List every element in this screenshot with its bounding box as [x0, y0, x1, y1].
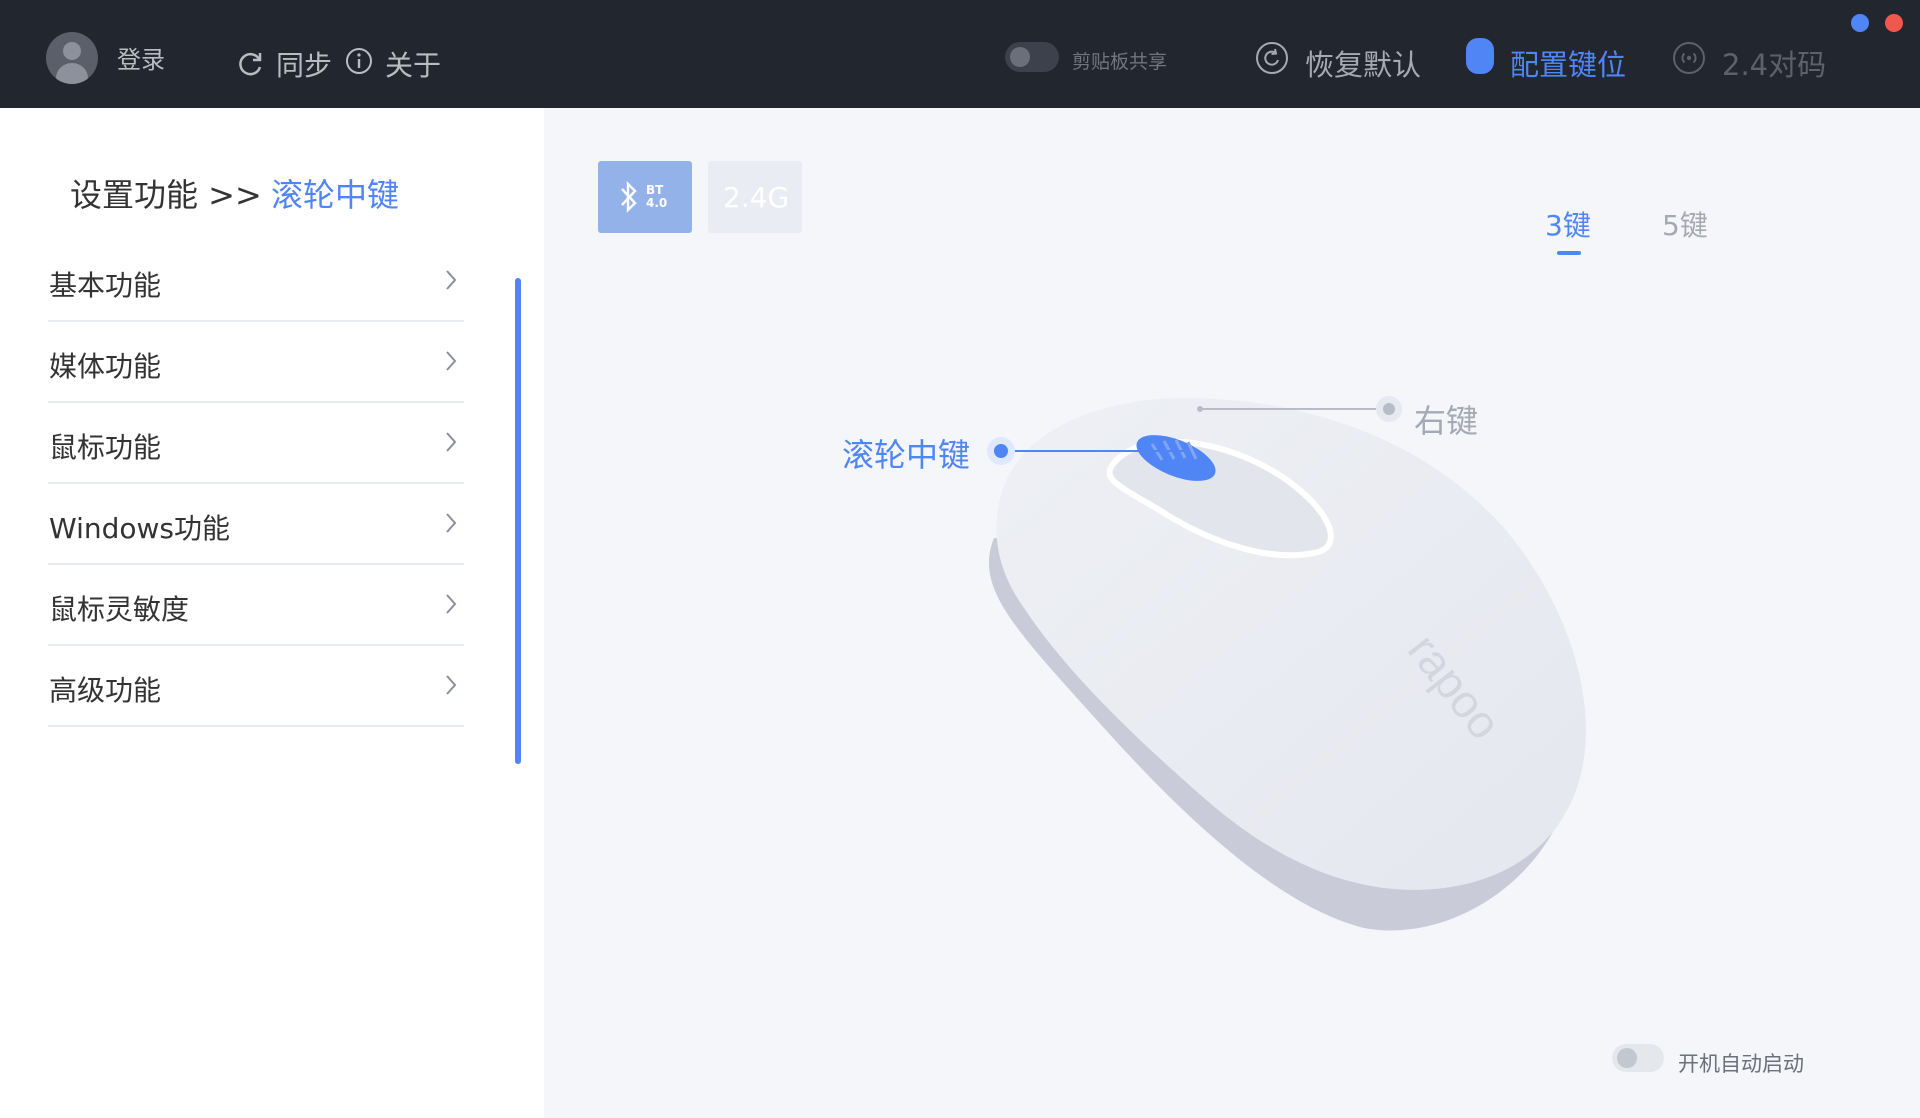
- sidebar-item-basic[interactable]: 基本功能: [48, 240, 464, 322]
- reset-icon[interactable]: [1255, 41, 1289, 75]
- chevron-right-icon: [446, 270, 457, 290]
- sidebar: 设置功能 >> 滚轮中键 基本功能 媒体功能 鼠标功能 Windows功能 鼠标…: [0, 108, 544, 1118]
- chevron-right-icon: [446, 594, 457, 614]
- top-bar: 登录 同步 关于 剪贴板共享 恢复默认 配置键位 2.4对码: [0, 0, 1920, 108]
- clipboard-share-toggle[interactable]: [1005, 42, 1059, 72]
- mouse-illustration: rapoo: [987, 396, 1586, 931]
- autostart-label: 开机自动启动: [1678, 1052, 1804, 1076]
- chevron-right-icon: [446, 513, 457, 533]
- login-link[interactable]: 登录: [117, 40, 165, 75]
- sidebar-item-sensitivity[interactable]: 鼠标灵敏度: [48, 564, 464, 646]
- about-button[interactable]: 关于: [385, 44, 441, 84]
- info-icon[interactable]: [345, 47, 373, 75]
- breadcrumb-current: 滚轮中键: [271, 176, 400, 214]
- sidebar-item-advanced[interactable]: 高级功能: [48, 645, 464, 727]
- main-panel: BT 4.0 2.4G 3键 5键 rapoo 滚轮中键 右键 开机自动启动: [544, 108, 1920, 1118]
- avatar[interactable]: [46, 32, 98, 84]
- sidebar-item-label: Windows功能: [49, 512, 230, 545]
- scroll-button-label[interactable]: 滚轮中键: [842, 430, 970, 476]
- mouse-config-icon[interactable]: [1466, 38, 1494, 74]
- breadcrumb-prefix: 设置功能 >>: [70, 176, 262, 214]
- clipboard-share-label: 剪贴板共享: [1072, 51, 1168, 73]
- sidebar-scrollbar[interactable]: [515, 278, 521, 764]
- sidebar-item-mouse[interactable]: 鼠标功能: [48, 402, 464, 484]
- sync-button[interactable]: 同步: [276, 44, 332, 84]
- pair-24-button[interactable]: 2.4对码: [1722, 42, 1826, 84]
- chevron-right-icon: [446, 351, 457, 371]
- sidebar-item-media[interactable]: 媒体功能: [48, 321, 464, 403]
- sidebar-item-label: 鼠标功能: [49, 431, 162, 464]
- sidebar-item-label: 媒体功能: [49, 350, 162, 383]
- reset-default-button[interactable]: 恢复默认: [1305, 42, 1421, 84]
- window-close-dot[interactable]: [1885, 14, 1903, 32]
- pair-icon[interactable]: [1672, 41, 1706, 75]
- sidebar-item-label: 高级功能: [49, 674, 162, 707]
- chevron-right-icon: [446, 432, 457, 452]
- config-keys-button[interactable]: 配置键位: [1510, 42, 1626, 84]
- window-dot-blue[interactable]: [1851, 14, 1869, 32]
- right-button-label[interactable]: 右键: [1414, 396, 1478, 442]
- sidebar-item-label: 鼠标灵敏度: [49, 593, 190, 626]
- chevron-right-icon: [446, 675, 457, 695]
- sidebar-item-windows[interactable]: Windows功能: [48, 483, 464, 565]
- sidebar-item-label: 基本功能: [49, 269, 162, 302]
- sync-icon[interactable]: [236, 50, 264, 78]
- autostart-toggle[interactable]: [1612, 1044, 1664, 1072]
